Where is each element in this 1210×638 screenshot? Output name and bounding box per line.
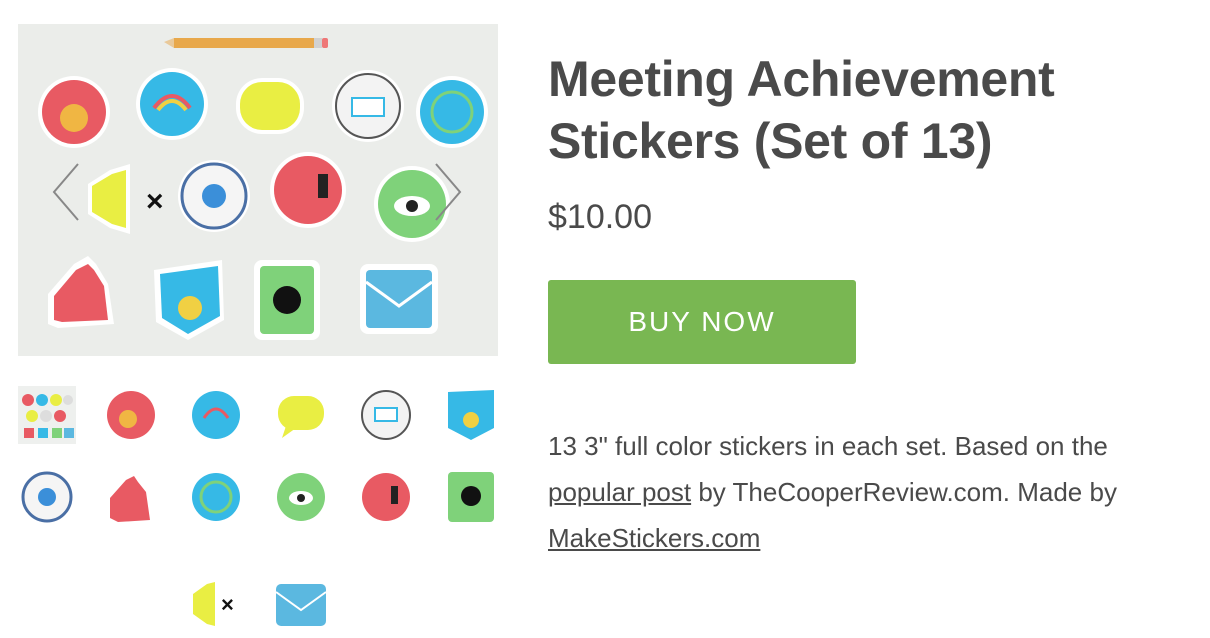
thumbnail-projected-my-screen[interactable] bbox=[357, 386, 415, 444]
popular-post-link[interactable]: popular post bbox=[548, 477, 691, 507]
description-text-1: 13 3" full color stickers in each set. B… bbox=[548, 431, 1108, 461]
thumbnail-stayed-awake[interactable] bbox=[272, 468, 330, 526]
svg-text:×: × bbox=[146, 185, 164, 218]
thumbnail-checked-facebook[interactable] bbox=[18, 468, 76, 526]
buy-now-button[interactable]: BUY NOW bbox=[548, 280, 856, 364]
product-info: Meeting Achievement Stickers (Set of 13)… bbox=[548, 48, 1188, 553]
thumbnail-used-mute-button[interactable]: × bbox=[187, 576, 245, 634]
product-gallery: × × bbox=[18, 24, 498, 626]
thumbnail-update-by-email[interactable] bbox=[272, 576, 330, 634]
product-price: $10.00 bbox=[548, 198, 652, 236]
thumbnail-didnt-offend-anyone[interactable] bbox=[272, 386, 330, 444]
thumbnail-grid: × bbox=[18, 386, 498, 626]
thumbnail-showed-up[interactable] bbox=[102, 386, 160, 444]
chevron-left-icon[interactable] bbox=[48, 162, 88, 222]
thumbnail-had-a-vague-idea[interactable] bbox=[187, 386, 245, 444]
thumbnail-no-action-items[interactable] bbox=[357, 468, 415, 526]
main-product-image[interactable]: × bbox=[18, 24, 498, 356]
product-title: Meeting Achievement Stickers (Set of 13) bbox=[548, 51, 1055, 169]
thumbnail-knew-the-acronym[interactable] bbox=[187, 468, 245, 526]
thumbnail-all-stickers[interactable] bbox=[18, 386, 76, 444]
thumbnail-responded-convincingly[interactable] bbox=[442, 386, 500, 444]
svg-text:×: × bbox=[221, 592, 234, 617]
pencil-graphic bbox=[164, 38, 328, 48]
description-text-2: by TheCooperReview.com. Made by bbox=[691, 477, 1117, 507]
chevron-right-icon[interactable] bbox=[426, 162, 466, 222]
thumbnail-held-in-a-fart[interactable] bbox=[442, 468, 500, 526]
makestickers-link[interactable]: MakeStickers.com bbox=[548, 523, 760, 553]
thumbnail-backed-up-my-bff[interactable] bbox=[102, 468, 160, 526]
product-description: 13 3" full color stickers in each set. B… bbox=[548, 423, 1188, 561]
